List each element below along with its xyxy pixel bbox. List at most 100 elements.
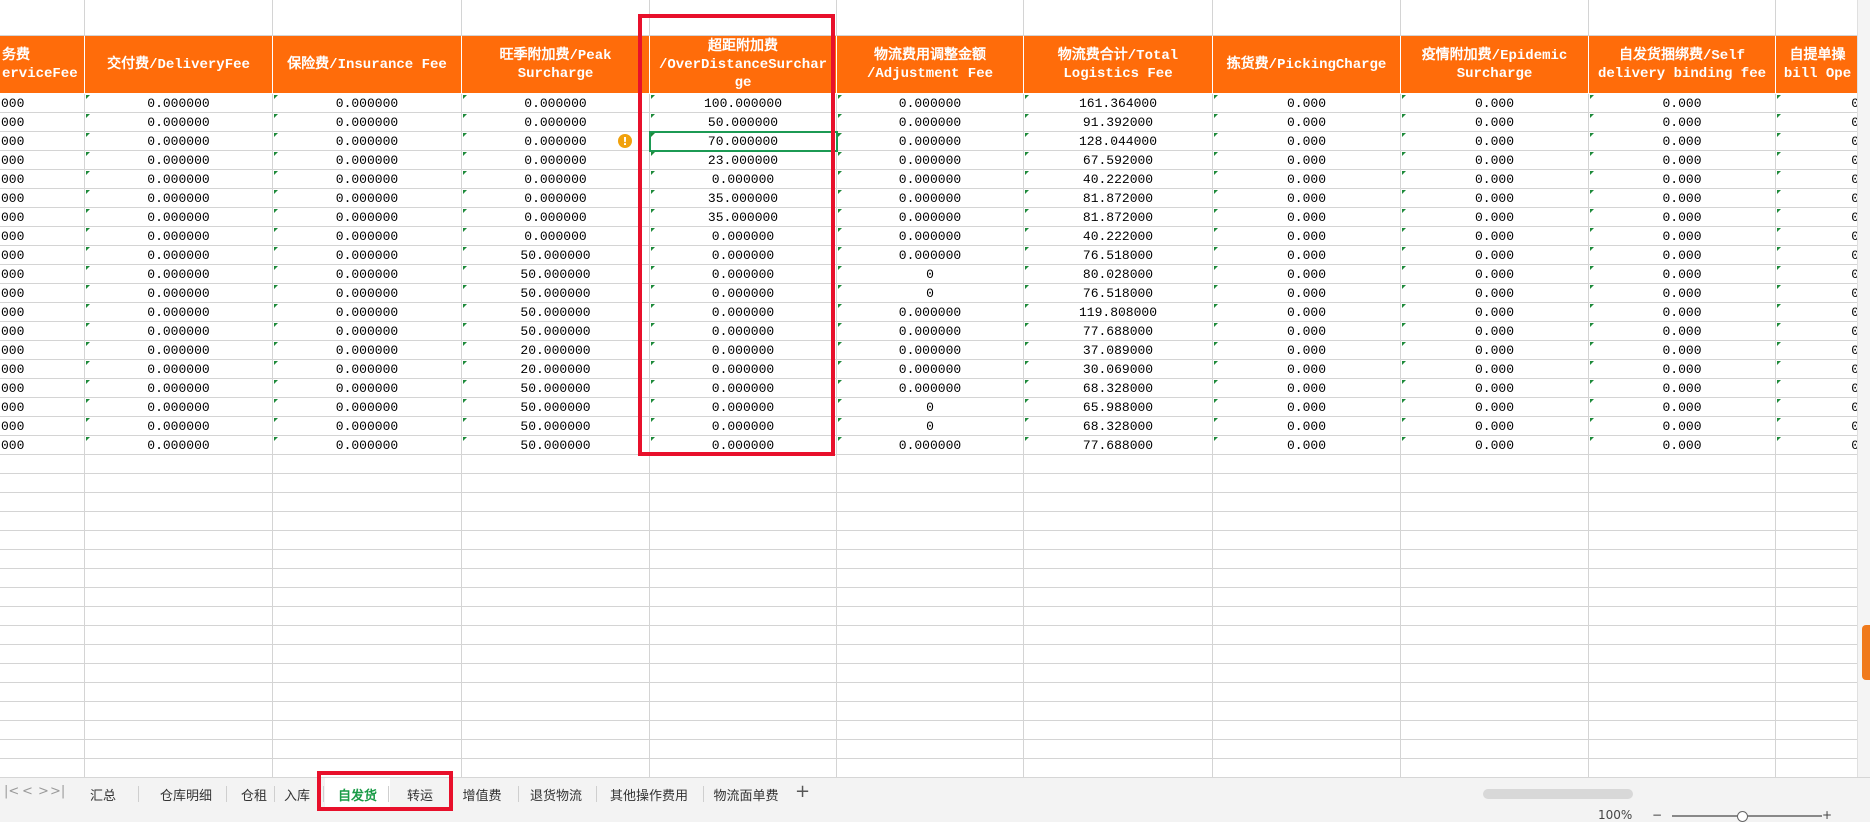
table-cell[interactable]: 0.000000 <box>85 189 273 208</box>
table-cell[interactable]: 20.000000 <box>462 360 650 379</box>
table-cell[interactable]: 50.000000 <box>462 246 650 265</box>
empty-cell[interactable] <box>1776 569 1858 588</box>
table-cell[interactable]: 91.392000 <box>1024 113 1213 132</box>
table-cell[interactable]: 0.000000 <box>273 379 462 398</box>
last-sheet-icon[interactable]: >| <box>50 784 65 799</box>
empty-cell[interactable] <box>650 702 837 721</box>
empty-cell[interactable] <box>85 455 273 474</box>
empty-cell[interactable] <box>837 626 1024 645</box>
empty-cell[interactable] <box>837 531 1024 550</box>
empty-cell[interactable] <box>85 588 273 607</box>
empty-cell[interactable] <box>462 607 650 626</box>
sheet-tab[interactable]: 退货物流 <box>520 778 592 810</box>
empty-cell[interactable] <box>1589 740 1776 759</box>
table-cell[interactable]: 0.000 <box>1589 94 1776 113</box>
table-cell[interactable]: 0 <box>1776 398 1858 417</box>
table-cell[interactable]: 0.000000 <box>273 265 462 284</box>
empty-cell[interactable] <box>1776 474 1858 493</box>
table-cell[interactable]: 0.000000 <box>273 284 462 303</box>
table-cell[interactable]: 0.000 <box>1401 170 1589 189</box>
empty-cell[interactable] <box>0 455 85 474</box>
empty-cell[interactable] <box>85 702 273 721</box>
table-cell[interactable]: 0.000000 <box>273 322 462 341</box>
empty-cell[interactable] <box>1024 702 1213 721</box>
empty-cell[interactable] <box>837 550 1024 569</box>
empty-cell[interactable] <box>273 493 462 512</box>
empty-cell[interactable] <box>85 721 273 740</box>
table-cell[interactable]: 000 <box>0 208 85 227</box>
table-cell[interactable]: 37.089000 <box>1024 341 1213 360</box>
table-cell[interactable]: 000 <box>0 151 85 170</box>
column-header[interactable]: 务费 erviceFee <box>0 36 85 94</box>
table-cell[interactable]: 0.000000 <box>273 341 462 360</box>
empty-cell[interactable] <box>1024 455 1213 474</box>
table-cell[interactable]: 0.000000 <box>273 303 462 322</box>
table-cell[interactable]: 0.000 <box>1213 132 1401 151</box>
table-cell[interactable]: 0.000000 <box>85 94 273 113</box>
grid-cell[interactable] <box>85 0 273 36</box>
empty-cell[interactable] <box>85 645 273 664</box>
empty-cell[interactable] <box>462 702 650 721</box>
table-cell[interactable]: 000 <box>0 417 85 436</box>
table-cell[interactable]: 0.000 <box>1213 398 1401 417</box>
zoom-level[interactable]: 100% <box>1598 810 1632 822</box>
table-cell[interactable]: 0.000000 <box>650 284 837 303</box>
table-cell[interactable]: 0.000000 <box>650 227 837 246</box>
table-cell[interactable]: 0 <box>1776 208 1858 227</box>
empty-cell[interactable] <box>462 512 650 531</box>
table-cell[interactable]: 35.000000 <box>650 208 837 227</box>
empty-cell[interactable] <box>0 569 85 588</box>
table-cell[interactable]: 0.000 <box>1213 379 1401 398</box>
table-cell[interactable]: 0.000000 <box>85 379 273 398</box>
empty-cell[interactable] <box>273 759 462 777</box>
table-cell[interactable]: 0.000 <box>1589 322 1776 341</box>
empty-cell[interactable] <box>1776 740 1858 759</box>
empty-cell[interactable] <box>837 664 1024 683</box>
table-cell[interactable]: 0.000 <box>1213 284 1401 303</box>
table-cell[interactable]: 0.000000 <box>85 284 273 303</box>
empty-cell[interactable] <box>1024 493 1213 512</box>
sheet-tab[interactable]: 其他操作费用 <box>598 778 700 810</box>
empty-cell[interactable] <box>837 512 1024 531</box>
empty-cell[interactable] <box>1776 493 1858 512</box>
empty-cell[interactable] <box>1213 626 1401 645</box>
empty-cell[interactable] <box>1776 664 1858 683</box>
first-sheet-icon[interactable]: |< <box>4 784 19 799</box>
empty-cell[interactable] <box>1024 645 1213 664</box>
table-cell[interactable]: 0.000 <box>1589 436 1776 455</box>
empty-cell[interactable] <box>273 455 462 474</box>
empty-cell[interactable] <box>837 702 1024 721</box>
empty-cell[interactable] <box>462 531 650 550</box>
table-cell[interactable]: 0.000000 <box>273 151 462 170</box>
empty-cell[interactable] <box>1401 569 1589 588</box>
table-cell[interactable]: 76.518000 <box>1024 246 1213 265</box>
table-cell[interactable]: 0.000000 <box>837 246 1024 265</box>
table-cell[interactable]: 0.000000 <box>85 265 273 284</box>
table-cell[interactable]: 119.808000 <box>1024 303 1213 322</box>
table-cell[interactable]: 0.000000 <box>650 436 837 455</box>
empty-cell[interactable] <box>837 607 1024 626</box>
table-cell[interactable]: 0.000000 <box>462 208 650 227</box>
empty-cell[interactable] <box>462 569 650 588</box>
table-cell[interactable]: 0.000000 <box>650 379 837 398</box>
empty-cell[interactable] <box>650 721 837 740</box>
table-cell[interactable]: 0.000 <box>1401 417 1589 436</box>
table-cell[interactable]: 0.000 <box>1401 322 1589 341</box>
table-cell[interactable]: 0.000000 <box>85 417 273 436</box>
table-cell[interactable]: 0.000 <box>1213 265 1401 284</box>
empty-cell[interactable] <box>1589 607 1776 626</box>
empty-cell[interactable] <box>650 588 837 607</box>
empty-cell[interactable] <box>1776 645 1858 664</box>
empty-cell[interactable] <box>0 702 85 721</box>
table-cell[interactable]: 0.000 <box>1213 341 1401 360</box>
table-cell[interactable]: 0 <box>1776 265 1858 284</box>
table-cell[interactable]: 0.000000 <box>650 341 837 360</box>
column-header[interactable]: 交付费/DeliveryFee <box>85 36 273 94</box>
table-cell[interactable]: 0.000000 <box>273 208 462 227</box>
table-cell[interactable]: 0.000 <box>1589 132 1776 151</box>
empty-cell[interactable] <box>1401 626 1589 645</box>
table-cell[interactable]: 0.000 <box>1213 227 1401 246</box>
empty-cell[interactable] <box>1776 588 1858 607</box>
table-cell[interactable]: 0.000 <box>1589 379 1776 398</box>
table-cell[interactable]: 50.000000 <box>462 284 650 303</box>
